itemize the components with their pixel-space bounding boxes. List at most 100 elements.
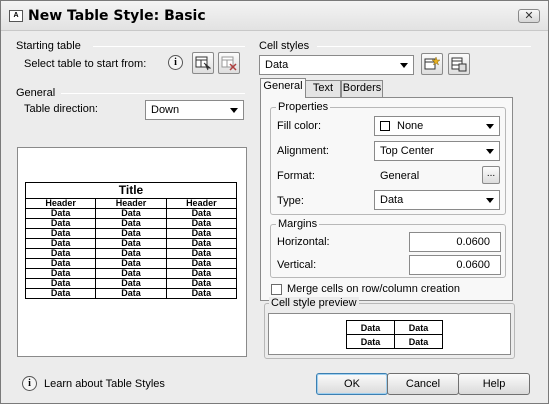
- table-data-cell: Data: [95, 238, 167, 249]
- table-data-cell: Data: [95, 208, 167, 219]
- table-data-row: Data Data Data: [24, 218, 238, 229]
- cell-preview-row: Data Data: [346, 334, 443, 349]
- general-group-label: General: [16, 87, 56, 99]
- table-data-cell: Data: [165, 218, 238, 229]
- table-data-row: Data Data Data: [24, 288, 238, 299]
- table-data-cell: Data: [24, 278, 97, 289]
- cell-preview-row: Data Data: [346, 320, 443, 335]
- new-table-style-dialog: A New Table Style: Basic ✕ Starting tabl…: [0, 0, 549, 404]
- table-data-row: Data Data Data: [24, 258, 238, 269]
- table-data-cell: Data: [95, 278, 167, 289]
- help-button[interactable]: Help: [458, 373, 530, 395]
- remove-table-icon: [221, 56, 237, 71]
- table-data-cell: Data: [165, 268, 238, 279]
- table-style-preview: Title Header Header Header Data Data Data Data D…: [17, 147, 247, 357]
- general-divider: [61, 93, 245, 94]
- close-button[interactable]: ✕: [518, 9, 540, 23]
- tab-text[interactable]: Text: [305, 80, 341, 97]
- tab-general[interactable]: General: [260, 78, 306, 98]
- type-dropdown[interactable]: Data: [374, 190, 500, 210]
- select-table-icon: [195, 56, 211, 71]
- manage-cell-styles-button[interactable]: [448, 53, 470, 75]
- new-cell-style-icon: [424, 56, 440, 70]
- table-data-cell: Data: [165, 278, 238, 289]
- table-data-cell: Data: [165, 288, 238, 299]
- chevron-down-icon: [400, 63, 408, 68]
- autocad-app-icon: A: [9, 10, 23, 22]
- table-title-cell: Title: [25, 182, 237, 199]
- table-data-row: Data Data Data: [24, 228, 238, 239]
- table-data-cell: Data: [95, 248, 167, 259]
- format-value: General: [380, 170, 420, 182]
- fill-color-label: Fill color:: [277, 120, 322, 132]
- horizontal-margin-input[interactable]: 0.0600: [409, 232, 501, 252]
- cell-preview-cell: Data: [346, 334, 395, 349]
- table-data-row: Data Data Data: [24, 278, 238, 289]
- manage-cell-styles-icon: [451, 57, 467, 72]
- table-data-cell: Data: [24, 248, 97, 259]
- table-data-cell: Data: [165, 248, 238, 259]
- chevron-down-icon: [230, 108, 238, 113]
- vertical-margin-input[interactable]: 0.0600: [409, 255, 501, 275]
- new-cell-style-button[interactable]: [421, 53, 443, 75]
- cell-preview-cell: Data: [394, 334, 443, 349]
- table-data-cell: Data: [24, 218, 97, 229]
- cancel-button[interactable]: Cancel: [387, 373, 459, 395]
- fill-color-dropdown[interactable]: None: [374, 116, 500, 136]
- preview-table: Title Header Header Header Data Data Data Data D…: [24, 182, 238, 299]
- table-data-cell: Data: [95, 288, 167, 299]
- table-direction-dropdown[interactable]: Down: [145, 100, 244, 120]
- dialog-title: New Table Style: Basic: [28, 8, 206, 24]
- cell-style-preview-label: Cell style preview: [269, 297, 359, 309]
- select-table-button[interactable]: [192, 52, 214, 74]
- ok-button[interactable]: OK: [316, 373, 388, 395]
- starting-table-group-label: Starting table: [16, 40, 81, 52]
- table-data-cell: Data: [24, 258, 97, 269]
- cell-styles-group-label: Cell styles: [259, 40, 310, 52]
- chevron-down-icon: [486, 198, 494, 203]
- merge-cells-label[interactable]: Merge cells on row/column creation: [287, 283, 460, 295]
- general-tab-panel: Properties Fill color: None Alignment: T…: [260, 97, 513, 301]
- cell-style-dropdown[interactable]: Data: [259, 55, 414, 75]
- table-title-row: Title: [25, 182, 237, 199]
- tab-borders[interactable]: Borders: [341, 80, 383, 97]
- type-value: Data: [380, 194, 404, 206]
- remove-table-button[interactable]: [218, 52, 240, 74]
- chevron-down-icon: [486, 124, 494, 129]
- starting-table-divider: [93, 46, 245, 47]
- select-table-label: Select table to start from:: [24, 58, 147, 70]
- merge-cells-checkbox[interactable]: [271, 284, 282, 295]
- table-data-cell: Data: [165, 258, 238, 269]
- title-bar[interactable]: A New Table Style: Basic ✕: [1, 1, 548, 31]
- cell-preview-cell: Data: [394, 320, 443, 335]
- cell-style-preview-group: Cell style preview Data Data Data Data: [264, 297, 515, 359]
- table-data-row: Data Data Data: [24, 248, 238, 259]
- table-header-cell: Header: [165, 198, 238, 209]
- alignment-label: Alignment:: [277, 145, 329, 157]
- table-data-cell: Data: [95, 258, 167, 269]
- close-icon: ✕: [524, 10, 534, 22]
- learn-table-styles-link[interactable]: Learn about Table Styles: [44, 378, 165, 390]
- info-icon: i: [22, 376, 37, 391]
- format-browse-button[interactable]: ...: [482, 166, 500, 184]
- chevron-down-icon: [486, 149, 494, 154]
- fill-color-swatch: [380, 121, 390, 131]
- cell-styles-divider: [317, 46, 531, 47]
- table-header-row: Header Header Header: [24, 198, 238, 209]
- table-data-row: Data Data Data: [24, 268, 238, 279]
- vertical-margin-label: Vertical:: [277, 259, 317, 271]
- horizontal-margin-label: Horizontal:: [277, 236, 330, 248]
- table-data-cell: Data: [24, 238, 97, 249]
- fill-color-value: None: [397, 120, 424, 132]
- format-label: Format:: [277, 170, 315, 182]
- cell-style-value: Data: [265, 59, 289, 71]
- table-data-cell: Data: [95, 218, 167, 229]
- margins-group-label: Margins: [276, 218, 320, 230]
- table-data-cell: Data: [24, 268, 97, 279]
- alignment-dropdown[interactable]: Top Center: [374, 141, 500, 161]
- info-icon[interactable]: i: [168, 55, 183, 70]
- table-header-cell: Header: [95, 198, 167, 209]
- cell-preview-table: Data Data Data Data: [346, 320, 443, 349]
- table-data-cell: Data: [165, 228, 238, 239]
- table-data-cell: Data: [95, 268, 167, 279]
